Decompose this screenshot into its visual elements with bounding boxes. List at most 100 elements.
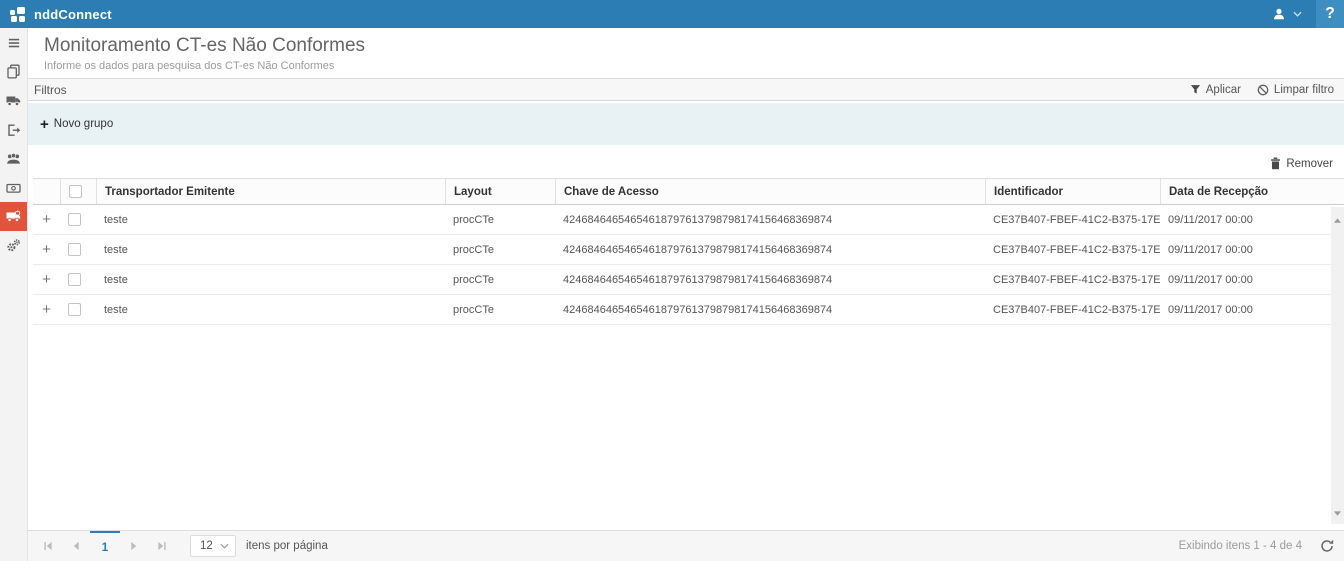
cell-data-recepcao: 09/11/2017 00:00 bbox=[1160, 274, 1331, 286]
chevron-down-icon bbox=[220, 543, 229, 549]
plus-icon: + bbox=[40, 117, 49, 132]
cell-transportador: teste bbox=[96, 214, 445, 226]
table-row: + teste procCTe 424684646546546187976137… bbox=[33, 295, 1331, 325]
last-page-button[interactable] bbox=[148, 531, 176, 561]
cell-transportador: teste bbox=[96, 244, 445, 256]
expand-row-button[interactable]: + bbox=[42, 302, 51, 317]
page-subtitle: Informe os dados para pesquisa dos CT-es… bbox=[44, 60, 1328, 72]
sidebar-item-cte-monitoring[interactable] bbox=[0, 202, 27, 231]
slash-circle-icon bbox=[1257, 84, 1269, 96]
cell-data-recepcao: 09/11/2017 00:00 bbox=[1160, 244, 1331, 256]
apply-filter-button[interactable]: Aplicar bbox=[1190, 84, 1241, 96]
cell-transportador: teste bbox=[96, 274, 445, 286]
cell-chave-acesso: 4246846465465461879761379879817415646836… bbox=[555, 274, 985, 286]
chevron-down-icon bbox=[1293, 11, 1302, 17]
sign-out-icon bbox=[6, 123, 21, 137]
select-all-checkbox[interactable] bbox=[69, 185, 82, 198]
cell-identificador: CE37B407-FBEF-41C2-B375-17E71DFDC92F bbox=[985, 304, 1160, 316]
page-head: Monitoramento CT-es Não Conformes Inform… bbox=[28, 28, 1344, 79]
first-page-button[interactable] bbox=[34, 531, 62, 561]
cell-layout: procCTe bbox=[445, 244, 555, 256]
new-group-button[interactable]: + Novo grupo bbox=[40, 117, 113, 132]
cell-data-recepcao: 09/11/2017 00:00 bbox=[1160, 304, 1331, 316]
new-group-label: Novo grupo bbox=[54, 118, 113, 130]
column-header-identificador[interactable]: Identificador bbox=[985, 179, 1160, 204]
header-expand-column bbox=[33, 179, 60, 204]
page-number-current[interactable]: 1 bbox=[90, 531, 120, 561]
table-row: + teste procCTe 424684646546546187976137… bbox=[33, 205, 1331, 235]
refresh-icon bbox=[1320, 539, 1334, 553]
column-header-layout[interactable]: Layout bbox=[445, 179, 555, 204]
cell-layout: procCTe bbox=[445, 214, 555, 226]
help-label: ? bbox=[1325, 5, 1335, 23]
grid-rows: + teste procCTe 424684646546546187976137… bbox=[33, 205, 1331, 325]
grid-body: + teste procCTe 424684646546546187976137… bbox=[33, 205, 1344, 530]
brand[interactable]: nddConnect bbox=[0, 7, 112, 22]
sidebar-item-settings[interactable] bbox=[0, 231, 27, 260]
expand-row-button[interactable]: + bbox=[42, 242, 51, 257]
remove-button[interactable]: Remover bbox=[1270, 157, 1333, 170]
cell-data-recepcao: 09/11/2017 00:00 bbox=[1160, 214, 1331, 226]
banknote-icon bbox=[6, 181, 21, 195]
cell-identificador: CE37B407-FBEF-41C2-B375-17E71DFDC92F bbox=[985, 274, 1160, 286]
scroll-up-icon[interactable] bbox=[1334, 207, 1341, 231]
cell-chave-acesso: 4246846465465461879761379879817415646836… bbox=[555, 304, 985, 316]
funnel-icon bbox=[1190, 84, 1201, 95]
column-header-data-recepcao[interactable]: Data de Recepção bbox=[1160, 179, 1344, 204]
cell-layout: procCTe bbox=[445, 274, 555, 286]
sidebar-item-export[interactable] bbox=[0, 115, 27, 144]
row-checkbox[interactable] bbox=[68, 303, 81, 316]
user-menu-button[interactable] bbox=[1258, 0, 1316, 28]
prev-page-button[interactable] bbox=[62, 531, 90, 561]
page-size-select[interactable]: 12 bbox=[190, 535, 236, 557]
filters-bar: Filtros Aplicar Limpar filtro bbox=[28, 79, 1344, 101]
clear-filter-button[interactable]: Limpar filtro bbox=[1257, 84, 1334, 96]
cell-chave-acesso: 4246846465465461879761379879817415646836… bbox=[555, 214, 985, 226]
pager-status: Exibindo itens 1 - 4 de 4 bbox=[1179, 540, 1302, 552]
topbar: nddConnect ? bbox=[0, 0, 1344, 28]
grid-toolbar: Remover bbox=[28, 145, 1344, 178]
data-grid: Transportador Emitente Layout Chave de A… bbox=[28, 178, 1344, 530]
hamburger-icon bbox=[7, 36, 21, 50]
expand-row-button[interactable]: + bbox=[42, 272, 51, 287]
sidebar-item-transport[interactable] bbox=[0, 86, 27, 115]
sidebar-item-documents[interactable] bbox=[0, 57, 27, 86]
sidebar-menu-toggle[interactable] bbox=[0, 28, 27, 57]
trash-icon bbox=[1270, 157, 1281, 170]
first-page-icon bbox=[43, 541, 53, 551]
refresh-button[interactable] bbox=[1320, 539, 1334, 553]
header-select-all[interactable] bbox=[60, 179, 96, 204]
cell-identificador: CE37B407-FBEF-41C2-B375-17E71DFDC92F bbox=[985, 244, 1160, 256]
items-per-page-label: itens por página bbox=[246, 540, 328, 552]
table-row: + teste procCTe 424684646546546187976137… bbox=[33, 235, 1331, 265]
truck-icon bbox=[6, 94, 21, 107]
sidebar-item-billing[interactable] bbox=[0, 173, 27, 202]
remove-label: Remover bbox=[1286, 158, 1333, 170]
grid-header: Transportador Emitente Layout Chave de A… bbox=[33, 178, 1344, 205]
prev-page-icon bbox=[72, 541, 80, 551]
table-row: + teste procCTe 424684646546546187976137… bbox=[33, 265, 1331, 295]
expand-row-button[interactable]: + bbox=[42, 212, 51, 227]
help-button[interactable]: ? bbox=[1316, 0, 1344, 28]
column-header-transportador[interactable]: Transportador Emitente bbox=[96, 179, 445, 204]
clear-filter-label: Limpar filtro bbox=[1274, 84, 1334, 96]
cell-layout: procCTe bbox=[445, 304, 555, 316]
brand-name: nddConnect bbox=[34, 7, 112, 22]
page-title: Monitoramento CT-es Não Conformes bbox=[44, 35, 1328, 57]
gears-icon bbox=[6, 238, 21, 253]
user-icon bbox=[1272, 7, 1286, 21]
ndd-logo-icon bbox=[10, 7, 28, 22]
last-page-icon bbox=[157, 541, 167, 551]
copy-pages-icon bbox=[6, 64, 21, 79]
apply-filter-label: Aplicar bbox=[1206, 84, 1241, 96]
vertical-scrollbar[interactable] bbox=[1331, 207, 1344, 524]
row-checkbox[interactable] bbox=[68, 273, 81, 286]
next-page-button[interactable] bbox=[120, 531, 148, 561]
filter-group-panel: + Novo grupo bbox=[28, 103, 1344, 145]
sidebar bbox=[0, 28, 28, 561]
row-checkbox[interactable] bbox=[68, 243, 81, 256]
scroll-down-icon[interactable] bbox=[1334, 500, 1341, 524]
sidebar-item-users[interactable] bbox=[0, 144, 27, 173]
column-header-chave[interactable]: Chave de Acesso bbox=[555, 179, 985, 204]
row-checkbox[interactable] bbox=[68, 213, 81, 226]
